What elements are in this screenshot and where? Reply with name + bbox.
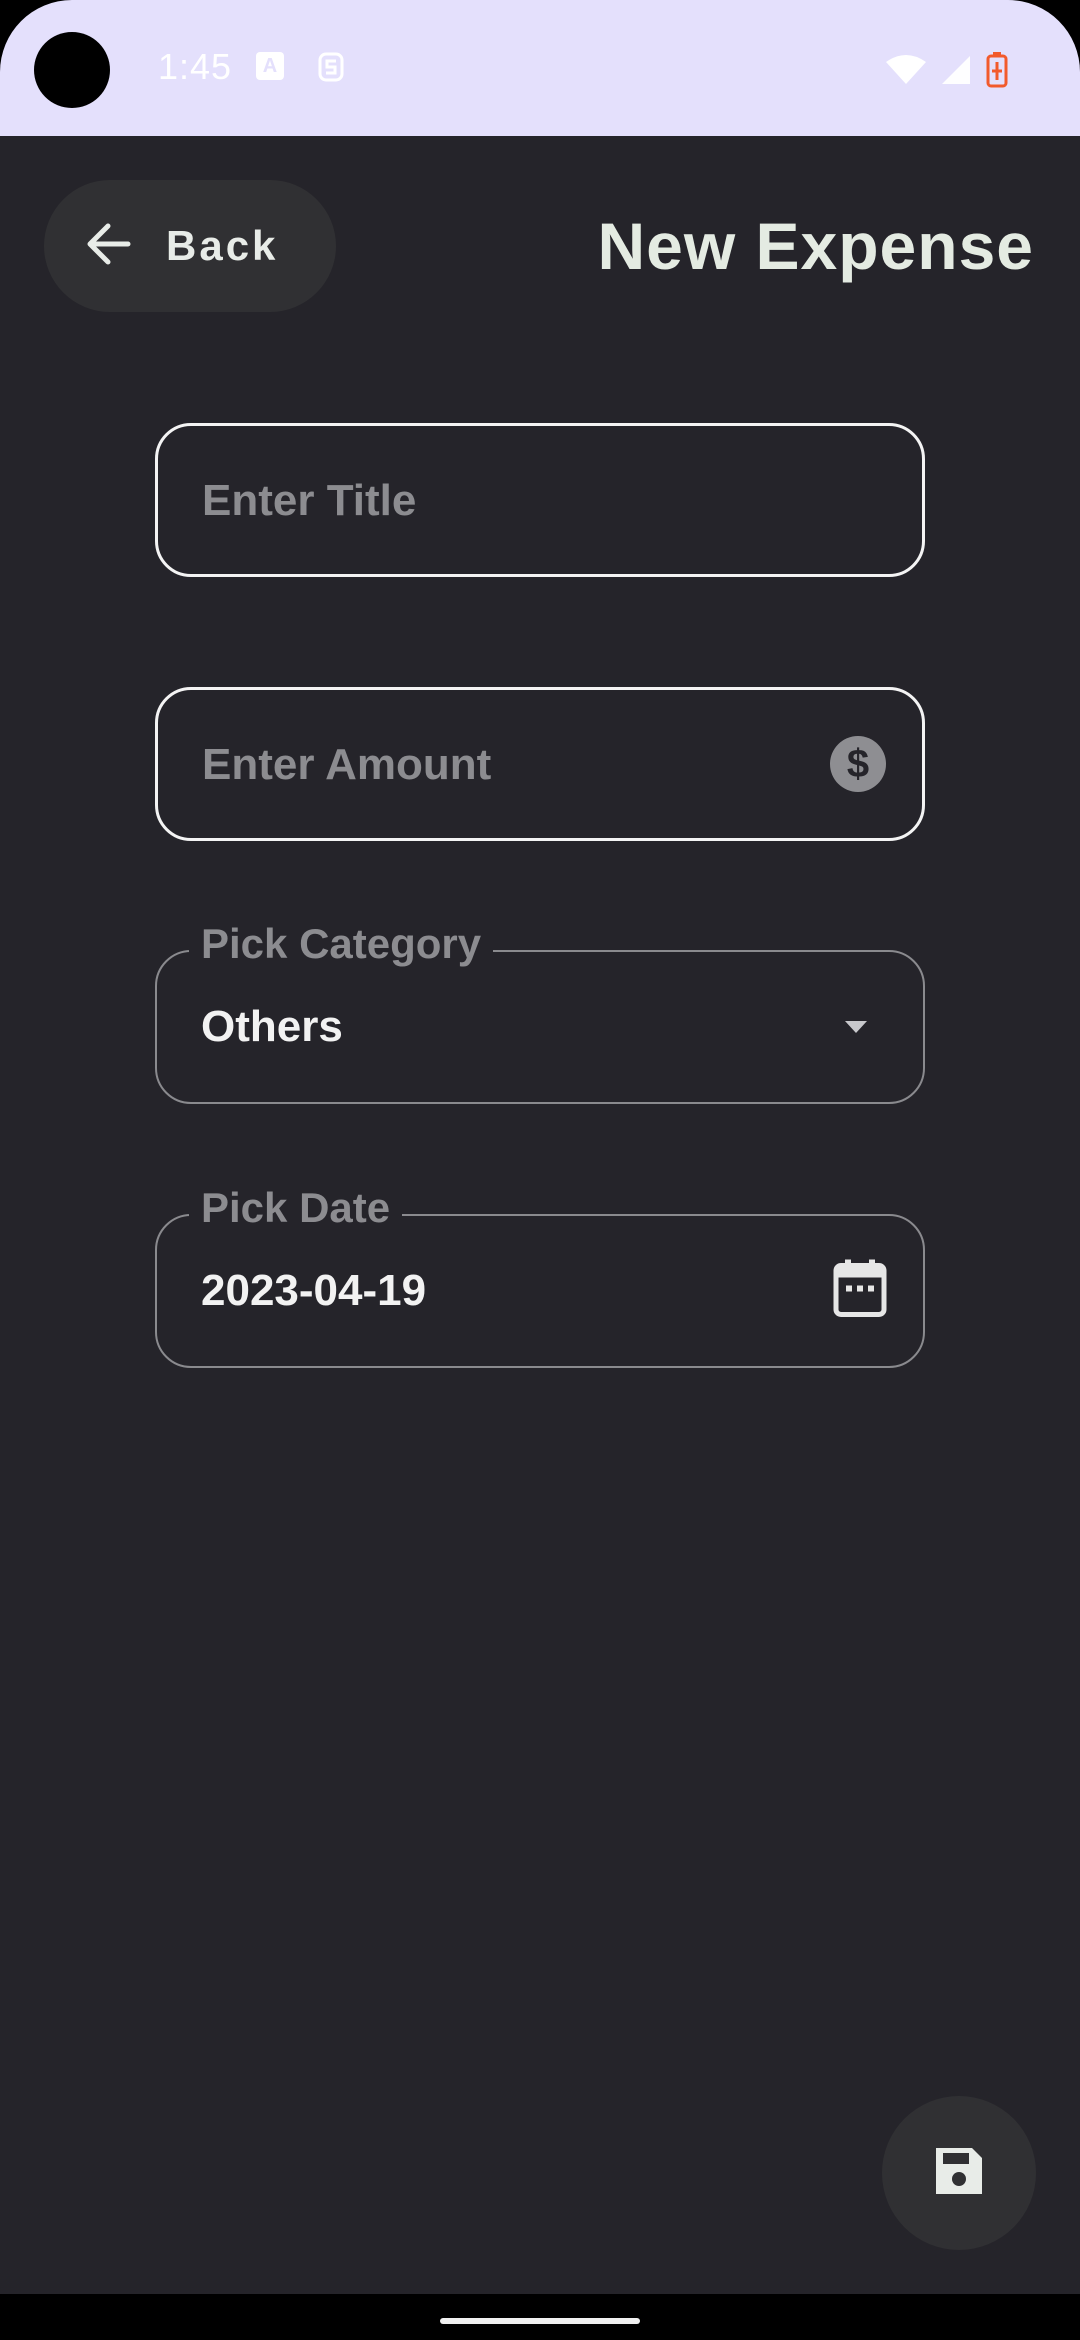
category-label: Pick Category	[189, 920, 494, 968]
page-title: New Expense	[597, 209, 1034, 283]
calendar-icon[interactable]	[833, 1259, 887, 1323]
amount-input[interactable]: Enter Amount $	[155, 687, 925, 841]
category-dropdown[interactable]: Pick Category Others	[155, 920, 925, 1104]
signal-icon	[940, 54, 972, 91]
status-bar: 1:45 A	[0, 0, 1080, 136]
wifi-icon	[886, 54, 926, 91]
status-right-icons	[886, 52, 1008, 93]
status-time: 1:45	[158, 46, 233, 87]
home-gesture-handle[interactable]	[440, 2318, 640, 2324]
navigation-bar	[0, 2294, 1080, 2340]
dropdown-arrow-icon	[845, 1021, 867, 1033]
title-placeholder: Enter Title	[202, 476, 417, 525]
notification-s-icon	[318, 52, 344, 87]
amount-trailing: $	[830, 736, 886, 792]
dollar-icon: $	[830, 736, 886, 792]
back-button[interactable]: Back	[44, 180, 336, 312]
app-screen: Back New Expense Enter Title Enter Amoun…	[0, 136, 1080, 2294]
back-button-label: Back	[166, 222, 279, 269]
save-button[interactable]	[882, 2096, 1036, 2250]
date-picker-field[interactable]: Pick Date 2023-04-19	[155, 1184, 925, 1368]
notification-a-icon: A	[256, 52, 284, 80]
date-label: Pick Date	[189, 1184, 403, 1232]
title-input[interactable]: Enter Title	[155, 423, 925, 577]
date-value: 2023-04-19	[201, 1266, 427, 1315]
battery-charging-icon	[986, 52, 1008, 93]
amount-placeholder: Enter Amount	[202, 740, 492, 789]
save-icon	[932, 2144, 986, 2203]
camera-cutout	[34, 32, 110, 108]
category-trailing[interactable]	[845, 1021, 887, 1033]
arrow-back-icon	[84, 220, 132, 273]
category-value: Others	[201, 1002, 343, 1051]
date-trailing[interactable]	[833, 1259, 887, 1323]
